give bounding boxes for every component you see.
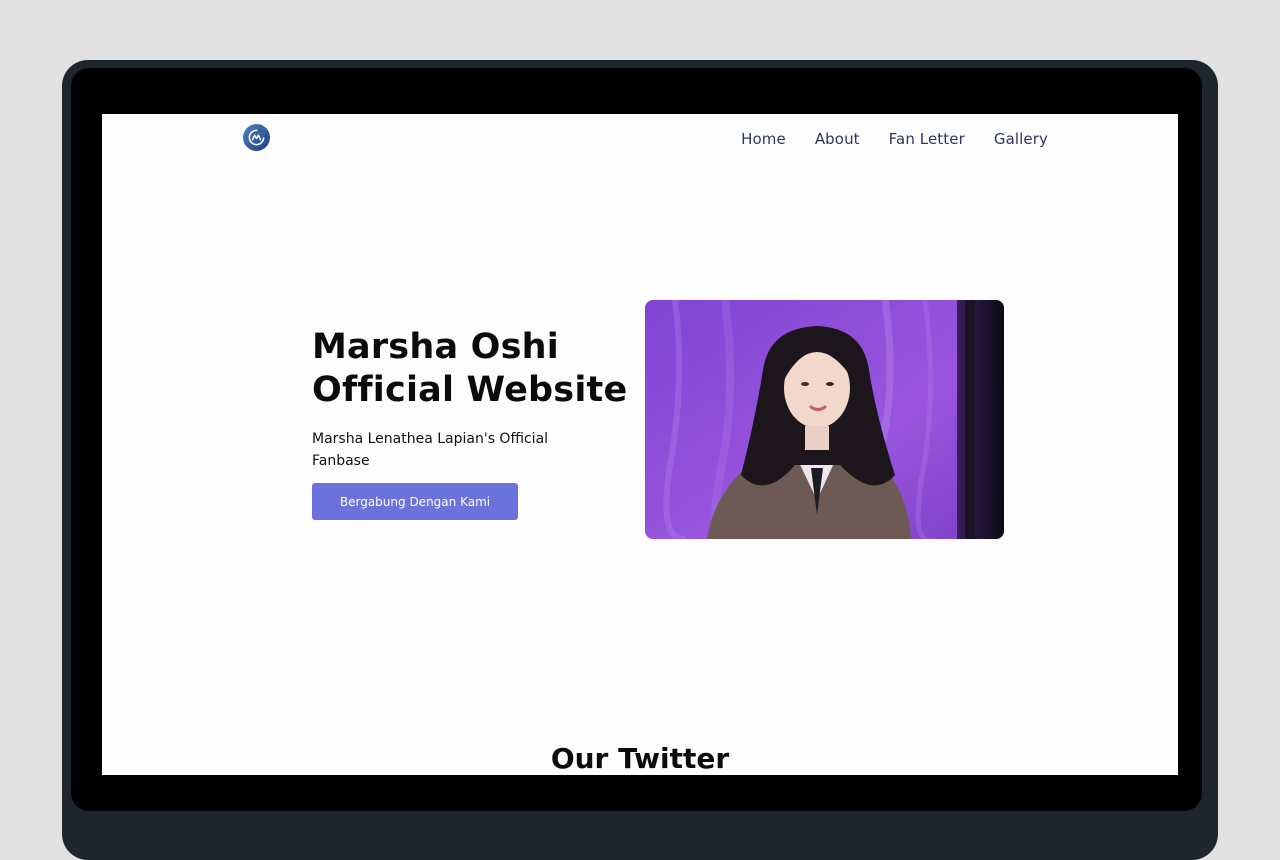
join-button[interactable]: Bergabung Dengan Kami (312, 483, 518, 520)
hero-photo (645, 300, 1004, 539)
site-logo-icon[interactable] (243, 124, 270, 151)
nav-gallery[interactable]: Gallery (994, 130, 1048, 148)
main-nav: Home About Fan Letter Gallery (741, 130, 1048, 148)
nav-home[interactable]: Home (741, 130, 786, 148)
nav-fan-letter[interactable]: Fan Letter (889, 130, 965, 148)
hero-title-line2: Official Website (312, 370, 628, 410)
nav-about[interactable]: About (815, 130, 860, 148)
browser-viewport: Home About Fan Letter Gallery Marsha Osh… (102, 114, 1178, 775)
hero-subtitle: Marsha Lenathea Lapian's Official Fanbas… (312, 431, 549, 469)
hero-text: Marsha Oshi Official Website Marsha Lena… (312, 326, 642, 472)
twitter-section-title: Our Twitter (550, 742, 730, 775)
hero-title-line1: Marsha Oshi (312, 327, 559, 367)
hero-title: Marsha Oshi Official Website (312, 326, 642, 412)
